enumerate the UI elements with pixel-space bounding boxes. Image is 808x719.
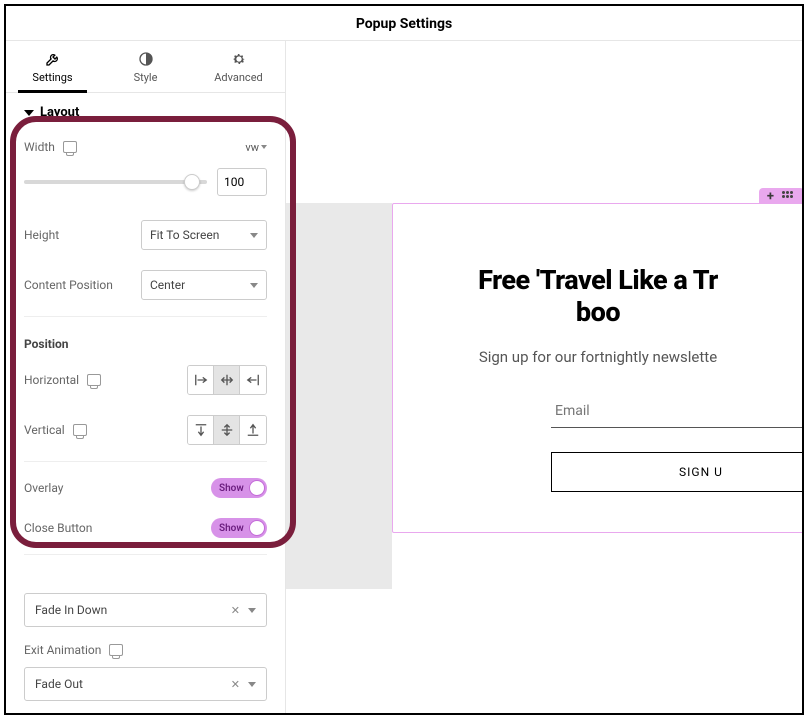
section-layout-title: Layout bbox=[40, 105, 79, 120]
signup-button[interactable]: SIGN U bbox=[551, 452, 802, 492]
width-unit-select[interactable]: vw bbox=[245, 141, 267, 154]
clear-icon[interactable]: ✕ bbox=[231, 604, 240, 617]
tab-settings[interactable]: Settings bbox=[6, 41, 99, 92]
tab-advanced-label: Advanced bbox=[214, 71, 262, 84]
height-select[interactable]: Fit To Screen bbox=[141, 220, 267, 250]
horizontal-align-group bbox=[187, 365, 267, 395]
content-position-select[interactable]: Center bbox=[141, 270, 267, 300]
panel-title: Popup Settings bbox=[6, 6, 802, 41]
responsive-icon[interactable] bbox=[63, 141, 77, 153]
wrench-icon bbox=[45, 51, 61, 67]
overlay-label: Overlay bbox=[24, 481, 63, 495]
vertical-row: Vertical bbox=[24, 405, 267, 455]
popup-section[interactable]: + Free 'Travel Like a Tr boo Sign up for… bbox=[392, 203, 802, 533]
tab-style-label: Style bbox=[134, 71, 158, 84]
exit-animation-label: Exit Animation bbox=[24, 643, 101, 657]
align-top-button[interactable] bbox=[188, 416, 214, 444]
exit-animation-select[interactable]: Fade Out ✕ bbox=[24, 667, 267, 701]
width-row: Width vw bbox=[24, 130, 267, 164]
width-input[interactable] bbox=[217, 168, 267, 196]
popup-subtitle: Sign up for our fortnightly newslette bbox=[393, 348, 802, 366]
close-button-label: Close Button bbox=[24, 521, 92, 535]
vertical-label: Vertical bbox=[24, 423, 65, 437]
chevron-down-icon bbox=[248, 682, 256, 687]
content-position-row: Content Position Center bbox=[24, 260, 267, 310]
gear-icon bbox=[231, 51, 247, 67]
entrance-animation-select[interactable]: Fade In Down ✕ bbox=[24, 593, 267, 627]
responsive-icon[interactable] bbox=[109, 644, 123, 656]
chevron-down-icon bbox=[261, 145, 267, 149]
tabs: Settings Style Advanced bbox=[6, 41, 285, 93]
width-slider-thumb[interactable] bbox=[184, 174, 200, 190]
tab-style[interactable]: Style bbox=[99, 41, 192, 92]
overlay-toggle[interactable]: Show bbox=[211, 478, 267, 498]
height-label: Height bbox=[24, 228, 59, 242]
width-slider-row bbox=[24, 164, 267, 210]
content-position-label: Content Position bbox=[24, 278, 113, 292]
vertical-align-group bbox=[187, 415, 267, 445]
align-bottom-button[interactable] bbox=[240, 416, 266, 444]
width-label: Width bbox=[24, 140, 55, 154]
close-button-row: Close Button Show bbox=[24, 508, 267, 548]
chevron-down-icon bbox=[248, 608, 256, 613]
responsive-icon[interactable] bbox=[73, 424, 87, 436]
clear-icon[interactable]: ✕ bbox=[231, 678, 240, 691]
email-field[interactable] bbox=[551, 394, 802, 428]
align-left-button[interactable] bbox=[188, 366, 214, 394]
contrast-icon bbox=[138, 51, 154, 67]
drag-handle-icon[interactable] bbox=[782, 191, 796, 201]
settings-panel-scroll[interactable]: Layout Width vw bbox=[6, 93, 285, 713]
chevron-down-icon bbox=[250, 233, 258, 238]
canvas[interactable]: ✕ + Free 'Travel Like a Tr boo Sign up f… bbox=[286, 41, 802, 713]
horizontal-label: Horizontal bbox=[24, 373, 79, 387]
chevron-down-icon bbox=[250, 283, 258, 288]
align-right-button[interactable] bbox=[240, 366, 266, 394]
chevron-down-icon bbox=[24, 110, 34, 116]
width-slider[interactable] bbox=[24, 180, 207, 184]
align-center-button[interactable] bbox=[214, 366, 240, 394]
height-row: Height Fit To Screen bbox=[24, 210, 267, 260]
overlay-row: Overlay Show bbox=[24, 468, 267, 508]
close-button-toggle[interactable]: Show bbox=[211, 518, 267, 538]
tab-advanced[interactable]: Advanced bbox=[192, 41, 285, 92]
horizontal-row: Horizontal bbox=[24, 355, 267, 405]
position-subhead: Position bbox=[24, 323, 267, 355]
popup-heading: Free 'Travel Like a Tr boo bbox=[393, 264, 802, 328]
section-layout-header[interactable]: Layout bbox=[6, 93, 285, 130]
responsive-icon[interactable] bbox=[87, 374, 101, 386]
settings-sidebar: Settings Style Advanced bbox=[6, 41, 286, 713]
align-middle-button[interactable] bbox=[214, 416, 240, 444]
section-handle: + bbox=[759, 188, 802, 204]
tab-settings-label: Settings bbox=[32, 71, 72, 84]
add-section-button[interactable]: + bbox=[767, 189, 774, 204]
